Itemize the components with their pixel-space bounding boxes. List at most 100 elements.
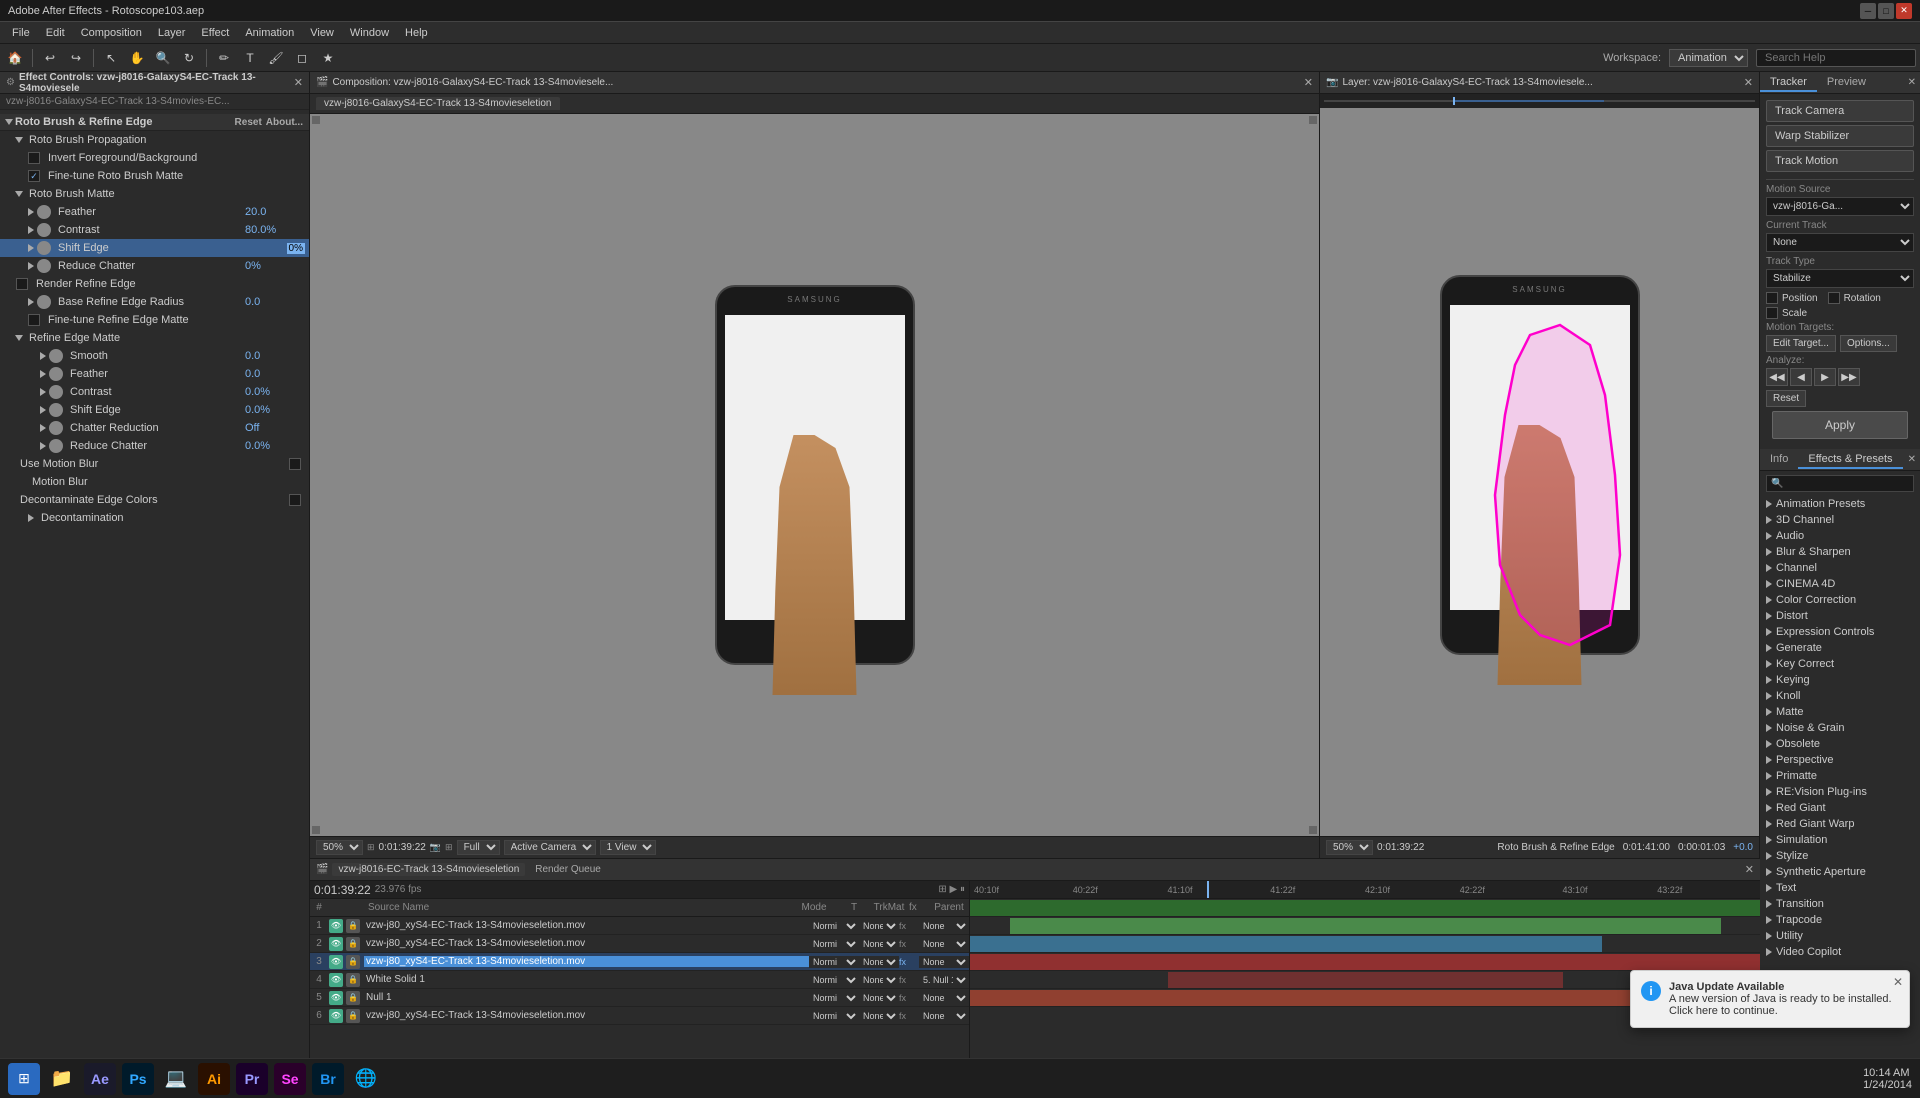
feather-value[interactable]: 20.0	[245, 206, 305, 218]
select-tool[interactable]: ↖	[100, 47, 122, 69]
options-btn[interactable]: Options...	[1840, 335, 1897, 352]
reduce-chatter-row[interactable]: Reduce Chatter 0%	[0, 257, 309, 275]
effects-search-input[interactable]	[1766, 475, 1914, 492]
simulation-cat[interactable]: Simulation	[1760, 832, 1920, 848]
primatte-cat[interactable]: Primatte	[1760, 768, 1920, 784]
view-select[interactable]: 1 View	[600, 840, 656, 855]
about-button[interactable]: About...	[266, 117, 303, 128]
zoom-select[interactable]: 50%	[316, 840, 363, 855]
effects-tab[interactable]: Effects & Presets	[1798, 451, 1902, 469]
java-notification[interactable]: i Java Update Available A new version of…	[1630, 970, 1910, 1028]
chatter-reduction-row[interactable]: Chatter Reduction Off	[0, 419, 309, 437]
decontamination-row[interactable]: Decontamination	[0, 509, 309, 527]
taskbar-start[interactable]: ⊞	[8, 1063, 40, 1095]
comp-close-btn[interactable]: ✕	[1304, 76, 1313, 89]
trkmat-select-3[interactable]: None	[859, 956, 899, 968]
corner-handle-tl[interactable]	[312, 116, 320, 124]
layer-close-btn[interactable]: ✕	[1744, 76, 1753, 89]
base-refine-value[interactable]: 0.0	[245, 296, 305, 308]
shift-edge-row[interactable]: Shift Edge 0%	[0, 239, 309, 257]
contrast2-row[interactable]: Contrast 0.0%	[0, 383, 309, 401]
mode-select-4[interactable]: Normi	[809, 974, 859, 986]
video-copilot-cat[interactable]: Video Copilot	[1760, 944, 1920, 960]
menu-window[interactable]: Window	[342, 25, 397, 41]
brush-tool[interactable]: 🖌	[265, 47, 287, 69]
render-refine-row[interactable]: Render Refine Edge	[0, 275, 309, 293]
camera-select[interactable]: Active Camera	[504, 840, 596, 855]
lock-btn-5[interactable]: 🔒	[346, 991, 360, 1005]
utility-cat[interactable]: Utility	[1760, 928, 1920, 944]
trkmat-select-4[interactable]: None	[859, 974, 899, 986]
parent-select-4[interactable]: 5. Null 1	[919, 974, 969, 986]
maximize-button[interactable]: □	[1878, 3, 1894, 19]
invert-fg-row[interactable]: Invert Foreground/Background	[0, 149, 309, 167]
red-giant-warp-cat[interactable]: Red Giant Warp	[1760, 816, 1920, 832]
decontaminate-section[interactable]: Decontaminate Edge Colors	[0, 491, 309, 509]
shift-edge2-row[interactable]: Shift Edge 0.0%	[0, 401, 309, 419]
lock-btn-3[interactable]: 🔒	[346, 955, 360, 969]
feather2-value[interactable]: 0.0	[245, 368, 305, 380]
reset-btn[interactable]: Reset	[1766, 390, 1806, 407]
motion-blur-section[interactable]: Use Motion Blur	[0, 455, 309, 473]
undo-tool[interactable]: ↩	[39, 47, 61, 69]
contrast-row[interactable]: Contrast 80.0%	[0, 221, 309, 239]
corner-handle-bl[interactable]	[312, 826, 320, 834]
trkmat-select-2[interactable]: None	[859, 938, 899, 950]
edit-target-btn[interactable]: Edit Target...	[1766, 335, 1836, 352]
menu-edit[interactable]: Edit	[38, 25, 73, 41]
vis-btn-2[interactable]: 👁	[329, 937, 343, 951]
parent-select-2[interactable]: None	[919, 938, 969, 950]
decontaminate-checkbox[interactable]	[289, 494, 301, 506]
taskbar-comp[interactable]: 💻	[160, 1063, 192, 1095]
effects-close[interactable]: ✕	[1904, 454, 1920, 465]
lock-btn-6[interactable]: 🔒	[346, 1009, 360, 1023]
text-cat[interactable]: Text	[1760, 880, 1920, 896]
menu-composition[interactable]: Composition	[73, 25, 150, 41]
analyze-back[interactable]: ◀	[1790, 368, 1812, 386]
perspective-cat[interactable]: Perspective	[1760, 752, 1920, 768]
transition-cat[interactable]: Transition	[1760, 896, 1920, 912]
window-controls[interactable]: ─ □ ✕	[1860, 3, 1912, 19]
hand-tool[interactable]: ✋	[126, 47, 148, 69]
vis-btn-5[interactable]: 👁	[329, 991, 343, 1005]
cinema4d-cat[interactable]: CINEMA 4D	[1760, 576, 1920, 592]
comp-tab-active[interactable]: vzw-j8016-GalaxyS4-EC-Track 13-S4moviese…	[316, 97, 560, 110]
mode-select-5[interactable]: Normi	[809, 992, 859, 1004]
base-refine-row[interactable]: Base Refine Edge Radius 0.0	[0, 293, 309, 311]
vis-btn-4[interactable]: 👁	[329, 973, 343, 987]
render-queue-tab[interactable]: Render Queue	[529, 863, 607, 876]
obsolete-cat[interactable]: Obsolete	[1760, 736, 1920, 752]
3d-channel-cat[interactable]: 3D Channel	[1760, 512, 1920, 528]
contrast-value[interactable]: 80.0%	[245, 224, 305, 236]
menu-effect[interactable]: Effect	[193, 25, 237, 41]
track-camera-btn[interactable]: Track Camera	[1766, 100, 1914, 122]
taskbar-chrome[interactable]: 🌐	[350, 1063, 382, 1095]
timeline-comp-tab[interactable]: vzw-j8016-EC-Track 13-S4movieseletion	[332, 863, 525, 876]
scrubber-track[interactable]	[1324, 100, 1755, 102]
feather2-row[interactable]: Feather 0.0	[0, 365, 309, 383]
effect-section-roto[interactable]: Roto Brush & Refine Edge Reset About...	[0, 114, 309, 131]
trapcode-cat[interactable]: Trapcode	[1760, 912, 1920, 928]
roto-matte-section[interactable]: Roto Brush Matte	[0, 185, 309, 203]
info-tab[interactable]: Info	[1760, 451, 1798, 469]
lock-btn-2[interactable]: 🔒	[346, 937, 360, 951]
layer-zoom-select[interactable]: 50%	[1326, 840, 1373, 855]
position-checkbox[interactable]	[1766, 292, 1778, 304]
taskbar-ps[interactable]: Ps	[122, 1063, 154, 1095]
pen-tool[interactable]: ✏	[213, 47, 235, 69]
minimize-button[interactable]: ─	[1860, 3, 1876, 19]
refine-edge-matte-section[interactable]: Refine Edge Matte	[0, 329, 309, 347]
lock-btn-1[interactable]: 🔒	[346, 919, 360, 933]
track-row-3[interactable]: 3 👁 🔒 vzw-j80_xyS4-EC-Track 13-S4moviese…	[310, 953, 969, 971]
render-refine-checkbox[interactable]	[16, 278, 28, 290]
track-motion-btn[interactable]: Track Motion	[1766, 150, 1914, 172]
parent-select-5[interactable]: None	[919, 992, 969, 1004]
menu-view[interactable]: View	[302, 25, 342, 41]
noise-grain-cat[interactable]: Noise & Grain	[1760, 720, 1920, 736]
red-giant-cat[interactable]: Red Giant	[1760, 800, 1920, 816]
scale-checkbox[interactable]	[1766, 307, 1778, 319]
smooth-value[interactable]: 0.0	[245, 350, 305, 362]
layer-scrubber[interactable]	[1320, 94, 1759, 108]
comp-canvas[interactable]: SAMSUNG	[310, 114, 1319, 836]
home-tool[interactable]: 🏠	[4, 47, 26, 69]
